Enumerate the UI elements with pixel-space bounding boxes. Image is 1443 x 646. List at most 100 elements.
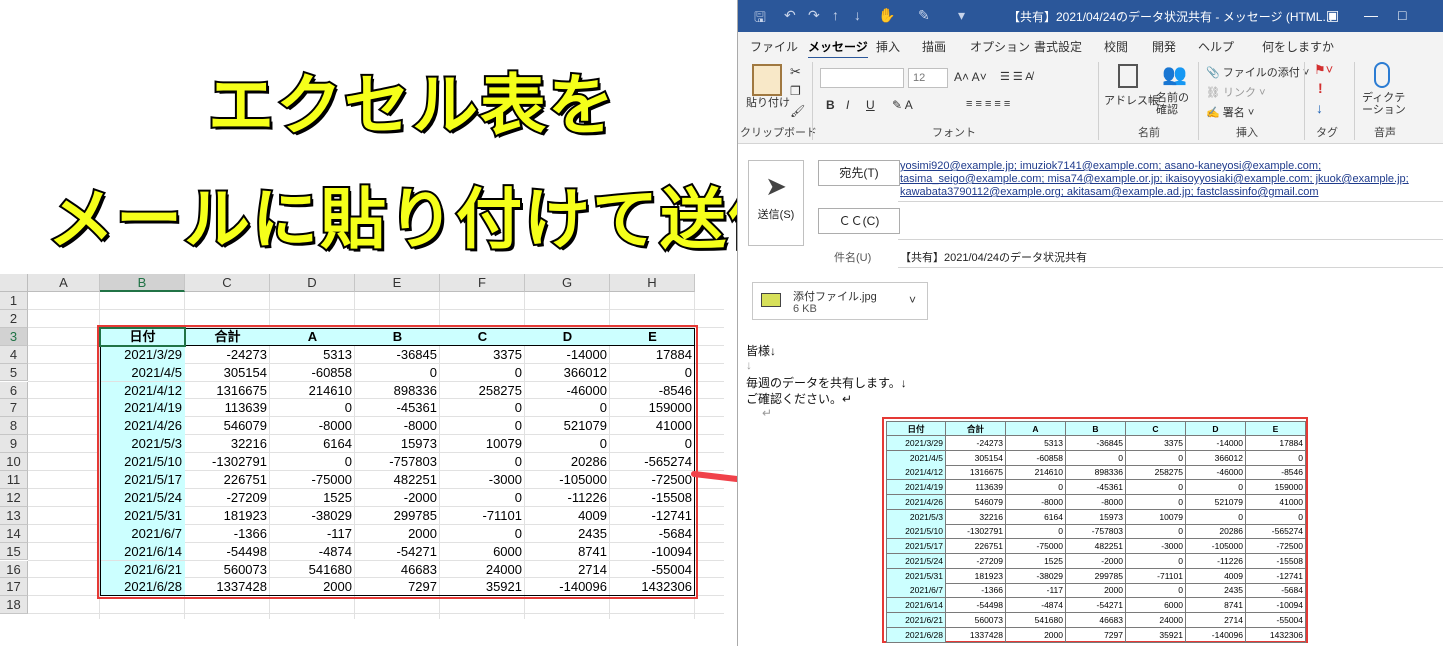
- grow-font-icon[interactable]: A˄ A˅: [954, 70, 987, 84]
- pasted-cell[interactable]: 2021/6/21: [886, 612, 946, 628]
- select-all-corner[interactable]: [0, 274, 28, 292]
- undo-icon[interactable]: ↶: [784, 7, 796, 24]
- row-header[interactable]: 13: [0, 506, 28, 525]
- pasted-header-cell[interactable]: 日付: [886, 421, 946, 436]
- ribbon-tab[interactable]: 開発: [1152, 38, 1176, 55]
- pasted-cell[interactable]: 560073: [946, 612, 1006, 628]
- pasted-cell[interactable]: -45361: [1066, 480, 1126, 495]
- excel-sheet[interactable]: A B C D E F G H 1 2 3 4 5 6 7 8 9 10 11 12 13 14 15 16 17 18 日付 合計 A…: [0, 274, 724, 619]
- pasted-cell[interactable]: 521079: [1186, 494, 1246, 510]
- row-header[interactable]: 10: [0, 453, 28, 471]
- highlight-icon[interactable]: ✎ A: [892, 98, 913, 112]
- pasted-cell[interactable]: -38029: [1006, 568, 1066, 584]
- maximize-icon[interactable]: □: [1398, 7, 1406, 23]
- check-names-icon[interactable]: 👥: [1162, 62, 1187, 87]
- pasted-cell[interactable]: 4009: [1186, 568, 1246, 584]
- pasted-cell[interactable]: 0: [1126, 480, 1186, 495]
- ribbon-tab[interactable]: 挿入: [876, 38, 900, 55]
- pasted-cell[interactable]: 2021/4/12: [886, 465, 946, 481]
- cc-button[interactable]: ＣＣ(C): [818, 208, 900, 234]
- pasted-cell[interactable]: 258275: [1126, 465, 1186, 481]
- address-book-label[interactable]: アドレス帳: [1104, 92, 1159, 108]
- send-button[interactable]: ➤ 送信(S): [748, 160, 804, 246]
- pasted-cell[interactable]: -757803: [1066, 524, 1126, 540]
- format-painter-icon[interactable]: ✎: [918, 7, 930, 24]
- pasted-cell[interactable]: 0: [1006, 524, 1066, 540]
- pasted-cell[interactable]: -71101: [1126, 568, 1186, 584]
- pasted-cell[interactable]: 226751: [946, 539, 1006, 554]
- align-icons[interactable]: ≡ ≡ ≡ ≡ ≡: [966, 98, 1010, 110]
- customize-qat-icon[interactable]: ▾: [958, 7, 965, 24]
- microphone-icon[interactable]: [1374, 62, 1390, 88]
- cut-icon[interactable]: ✂: [790, 64, 801, 80]
- pasted-cell[interactable]: 0: [1006, 480, 1066, 495]
- pasted-cell[interactable]: 2000: [1066, 583, 1126, 599]
- pasted-cell[interactable]: 2021/5/3: [886, 509, 946, 525]
- pasted-cell[interactable]: 2714: [1186, 612, 1246, 628]
- pasted-cell[interactable]: 0: [1246, 450, 1306, 466]
- pasted-header-cell[interactable]: A: [1006, 421, 1066, 436]
- pasted-cell[interactable]: 17884: [1246, 435, 1306, 451]
- row-header[interactable]: 1: [0, 292, 28, 310]
- pasted-cell[interactable]: 5313: [1006, 435, 1066, 451]
- body-line[interactable]: ご確認ください。↵: [746, 390, 852, 407]
- underline-icon[interactable]: U: [866, 98, 875, 112]
- row-header[interactable]: 18: [0, 596, 28, 615]
- column-header[interactable]: C: [185, 274, 270, 292]
- pasted-header-cell[interactable]: E: [1246, 421, 1306, 436]
- pasted-cell[interactable]: -46000: [1186, 465, 1246, 481]
- pasted-cell[interactable]: -8000: [1066, 494, 1126, 510]
- pasted-cell[interactable]: 0: [1126, 524, 1186, 540]
- paste-label[interactable]: 貼り付け: [746, 94, 790, 110]
- ribbon-display-icon[interactable]: ▣: [1326, 7, 1339, 24]
- pasted-cell[interactable]: -11226: [1186, 553, 1246, 569]
- low-importance-icon[interactable]: ↓: [1316, 100, 1323, 116]
- pasted-cell[interactable]: 0: [1126, 450, 1186, 466]
- ribbon-tab[interactable]: 校閲: [1104, 38, 1128, 55]
- pasted-cell[interactable]: 1316675: [946, 465, 1006, 481]
- pasted-cell[interactable]: 898336: [1066, 465, 1126, 481]
- row-header[interactable]: 16: [0, 560, 28, 579]
- pasted-cell[interactable]: -15508: [1246, 553, 1306, 569]
- pasted-cell[interactable]: 0: [1186, 480, 1246, 495]
- pasted-cell[interactable]: 214610: [1006, 465, 1066, 481]
- pasted-cell[interactable]: -5684: [1246, 583, 1306, 599]
- column-header[interactable]: F: [440, 274, 525, 292]
- pasted-cell[interactable]: 41000: [1246, 494, 1306, 510]
- pasted-cell[interactable]: 0: [1126, 494, 1186, 510]
- pasted-cell[interactable]: -54271: [1066, 598, 1126, 613]
- save-icon[interactable]: 🖫: [754, 7, 766, 31]
- bold-icon[interactable]: B: [826, 98, 835, 112]
- pasted-cell[interactable]: 546079: [946, 494, 1006, 510]
- row-header[interactable]: 6: [0, 381, 28, 400]
- pasted-cell[interactable]: -54498: [946, 598, 1006, 613]
- row-header[interactable]: 2: [0, 309, 28, 328]
- pasted-cell[interactable]: 6164: [1006, 509, 1066, 525]
- pasted-cell[interactable]: 35921: [1126, 627, 1186, 643]
- pasted-cell[interactable]: 0: [1246, 509, 1306, 525]
- pasted-cell[interactable]: -4874: [1006, 598, 1066, 613]
- pasted-cell[interactable]: 2435: [1186, 583, 1246, 599]
- pasted-cell[interactable]: -140096: [1186, 627, 1246, 643]
- pasted-cell[interactable]: 482251: [1066, 539, 1126, 554]
- touch-mode-icon[interactable]: ✋: [878, 7, 895, 24]
- pasted-cell[interactable]: 113639: [946, 480, 1006, 495]
- subject-field[interactable]: 【共有】2021/04/24のデータ状況共有: [900, 249, 1087, 265]
- pasted-cell[interactable]: 24000: [1126, 612, 1186, 628]
- pasted-cell[interactable]: 2021/3/29: [886, 435, 946, 451]
- dictate-label[interactable]: ディクテーション: [1362, 92, 1412, 116]
- pasted-cell[interactable]: 6000: [1126, 598, 1186, 613]
- pasted-cell[interactable]: 32216: [946, 509, 1006, 525]
- pasted-cell[interactable]: 2021/5/31: [886, 568, 946, 584]
- bullets-icon[interactable]: ☰ ☰ A̸: [1000, 70, 1033, 83]
- pasted-cell[interactable]: 2021/6/7: [886, 583, 946, 599]
- pasted-cell[interactable]: 181923: [946, 568, 1006, 584]
- pasted-cell[interactable]: -1302791: [946, 524, 1006, 540]
- ribbon-tab[interactable]: オプション: [970, 38, 1030, 55]
- pasted-cell[interactable]: -10094: [1246, 598, 1306, 613]
- pasted-cell[interactable]: 8741: [1186, 598, 1246, 613]
- pasted-cell[interactable]: 0: [1126, 583, 1186, 599]
- pasted-cell[interactable]: 299785: [1066, 568, 1126, 584]
- pasted-cell[interactable]: 2021/4/19: [886, 480, 946, 495]
- pasted-cell[interactable]: 159000: [1246, 480, 1306, 495]
